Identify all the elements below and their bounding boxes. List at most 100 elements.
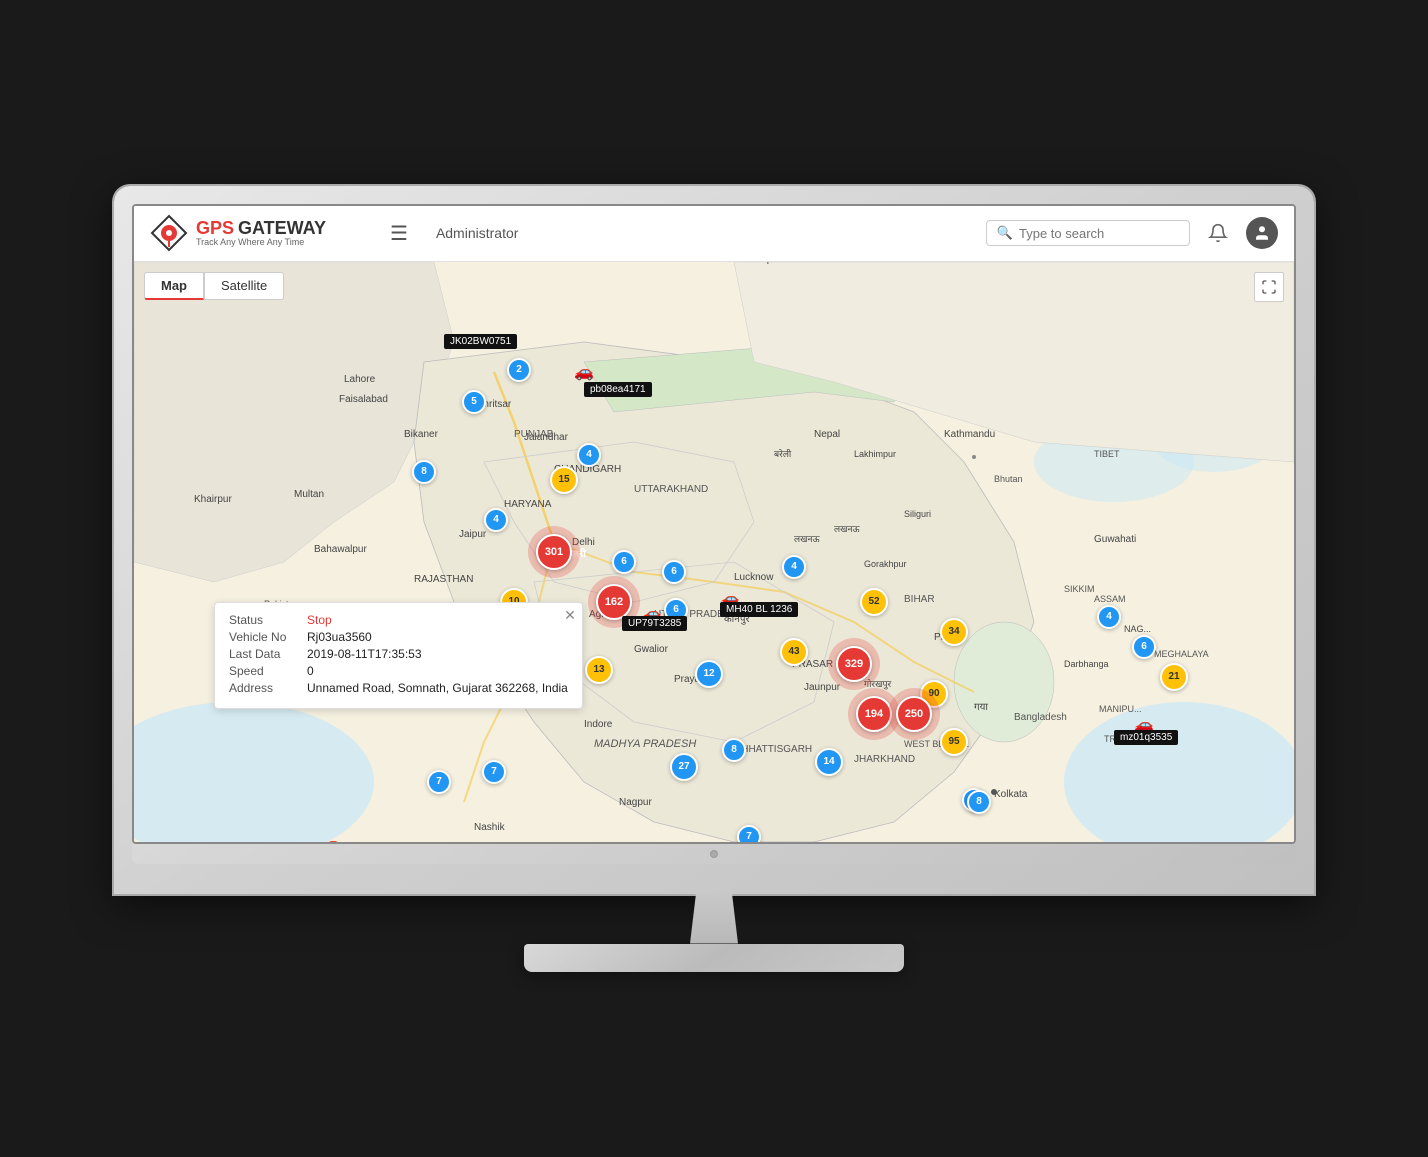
svg-text:ASSAM: ASSAM [1094, 594, 1126, 604]
svg-text:लखनऊ: लखनऊ [834, 524, 860, 534]
popup-speed-value: 0 [307, 664, 314, 678]
vehicle-label-jk02bw0751: JK02BW0751 [444, 334, 517, 349]
popup-vehicleno-label: Vehicle No [229, 630, 299, 644]
svg-text:PUNJAB: PUNJAB [514, 429, 554, 440]
topbar: GPS GATEWAY Track Any Where Any Time ☰ A… [134, 206, 1294, 262]
search-icon: 🔍 [997, 225, 1013, 241]
svg-text:RAJASTHAN: RAJASTHAN [414, 574, 473, 585]
svg-text:Nepal: Nepal [814, 429, 840, 440]
svg-text:Kathmandu: Kathmandu [944, 429, 995, 440]
vehicle-label-mh40bl1236: MH40 BL 1236 [720, 602, 798, 617]
svg-text:TIBET: TIBET [1094, 449, 1120, 459]
svg-text:Jaunpur: Jaunpur [804, 682, 841, 693]
svg-text:Siliguri: Siliguri [904, 509, 931, 519]
popup-lastdata-label: Last Data [229, 647, 299, 661]
svg-text:गया: गया [974, 702, 988, 713]
svg-text:Faisalabad: Faisalabad [339, 394, 388, 405]
bell-icon[interactable] [1202, 217, 1234, 249]
svg-text:Bangladesh: Bangladesh [1014, 712, 1067, 723]
popup-address-value: Unnamed Road, Somnath, Gujarat 362268, I… [307, 681, 568, 695]
logo-area: GPS GATEWAY Track Any Where Any Time [150, 214, 370, 252]
popup-close-button[interactable]: ✕ [564, 607, 576, 624]
svg-text:PRASAR: PRASAR [792, 659, 833, 670]
svg-text:Bikaner: Bikaner [404, 429, 439, 440]
vehicle-label-pb08ea4171: pb08ea4171 [584, 382, 652, 397]
svg-text:JHARKHAND: JHARKHAND [854, 754, 915, 765]
monitor-screen: GPS GATEWAY Track Any Where Any Time ☰ A… [132, 204, 1296, 844]
popup-speed-row: Speed 0 [229, 664, 568, 678]
svg-text:गोरखपुर: गोरखपुर [864, 678, 892, 690]
popup-lastdata-row: Last Data 2019-08-11T17:35:53 [229, 647, 568, 661]
svg-text:MEGHALAYA: MEGHALAYA [1154, 649, 1209, 659]
svg-text:Kolkata: Kolkata [994, 789, 1028, 800]
user-avatar[interactable] [1246, 217, 1278, 249]
map-tab-satellite[interactable]: Satellite [204, 272, 284, 300]
monitor-chin [132, 844, 1296, 864]
svg-text:Indore: Indore [584, 719, 613, 730]
monitor-base [524, 944, 904, 972]
vehicle-icon-6: 🚗 [322, 834, 342, 842]
monitor-container: GPS GATEWAY Track Any Where Any Time ☰ A… [114, 186, 1314, 972]
monitor-power-dot [710, 850, 718, 858]
map-tab-map[interactable]: Map [144, 272, 204, 300]
search-box[interactable]: 🔍 [986, 220, 1190, 246]
map-container: Delhi Jaipur Lucknow Patna गया Kolkata I… [134, 262, 1294, 842]
svg-text:Lucknow: Lucknow [734, 572, 774, 583]
popup-vehicleno-value: Rj03ua3560 [307, 630, 372, 644]
vehicle-label-mz01q3535: mz01q3535 [1114, 730, 1178, 745]
svg-text:लखनऊ: लखनऊ [794, 534, 820, 544]
logo-gateway: GATEWAY [238, 219, 326, 237]
svg-text:Gwalior: Gwalior [634, 644, 669, 655]
logo-gps: GPS [196, 219, 234, 237]
admin-label: Administrator [428, 225, 974, 241]
popup-address-label: Address [229, 681, 299, 695]
svg-text:Guwahati: Guwahati [1094, 534, 1136, 545]
popup-status-row: Status Stop [229, 613, 568, 627]
svg-text:Gorakhpur: Gorakhpur [864, 559, 907, 569]
svg-text:Lakhimpur: Lakhimpur [854, 449, 896, 459]
svg-text:CHHATTISGARH: CHHATTISGARH [734, 744, 812, 755]
svg-text:Bahawalpur: Bahawalpur [314, 544, 367, 555]
logo-text: GPS GATEWAY Track Any Where Any Time [196, 219, 326, 247]
svg-text:Nagpur: Nagpur [619, 797, 652, 808]
svg-text:HARYANA: HARYANA [504, 499, 552, 510]
popup-address-row: Address Unnamed Road, Somnath, Gujarat 3… [229, 681, 568, 695]
svg-text:Delhi: Delhi [572, 537, 595, 548]
svg-text:SIKKIM: SIKKIM [1064, 584, 1095, 594]
map-background: Delhi Jaipur Lucknow Patna गया Kolkata I… [134, 262, 1294, 842]
popup-lastdata-value: 2019-08-11T17:35:53 [307, 647, 422, 661]
logo-icon [150, 214, 188, 252]
svg-text:Khairpur: Khairpur [194, 494, 232, 505]
svg-text:MANIPU...: MANIPU... [1099, 704, 1142, 714]
hamburger-icon[interactable]: ☰ [382, 217, 416, 250]
search-input[interactable] [1019, 226, 1179, 241]
svg-text:Patna: Patna [934, 632, 961, 643]
svg-text:Nepal: Nepal [754, 262, 780, 265]
vehicle-icon-1: 🚗 [574, 362, 594, 382]
monitor-bezel: GPS GATEWAY Track Any Where Any Time ☰ A… [114, 186, 1314, 894]
popup-vehicleno-row: Vehicle No Rj03ua3560 [229, 630, 568, 644]
svg-text:WEST BENGAL: WEST BENGAL [904, 739, 969, 749]
svg-text:UTTARAKHAND: UTTARAKHAND [634, 484, 708, 495]
svg-text:Nashik: Nashik [474, 822, 506, 833]
svg-text:CHANDIGARH: CHANDIGARH [554, 464, 621, 475]
popup-status-value: Stop [307, 613, 332, 627]
svg-text:Prayagraj: Prayagraj [674, 674, 717, 685]
fullscreen-button[interactable] [1254, 272, 1284, 302]
map-controls: Map Satellite [144, 272, 284, 300]
svg-text:Bhutan: Bhutan [994, 474, 1023, 484]
svg-text:BIHAR: BIHAR [904, 594, 935, 605]
svg-text:Lahore: Lahore [344, 374, 376, 385]
svg-text:दिल्ली: दिल्ली [563, 547, 586, 560]
svg-text:MADHYA PRADESH: MADHYA PRADESH [594, 738, 696, 750]
monitor-neck [654, 894, 774, 944]
svg-text:बरेली: बरेली [774, 448, 792, 459]
svg-text:Jaipur: Jaipur [459, 529, 487, 540]
svg-text:NAG...: NAG... [1124, 624, 1151, 634]
logo-tagline: Track Any Where Any Time [196, 237, 326, 247]
vehicle-label-up79t3285: UP79T3285 [622, 616, 687, 631]
svg-text:Agra: Agra [589, 609, 611, 620]
vehicle-popup: ✕ Status Stop Vehicle No Rj03ua3560 Last… [214, 602, 583, 709]
popup-speed-label: Speed [229, 664, 299, 678]
svg-text:Multan: Multan [294, 489, 324, 500]
